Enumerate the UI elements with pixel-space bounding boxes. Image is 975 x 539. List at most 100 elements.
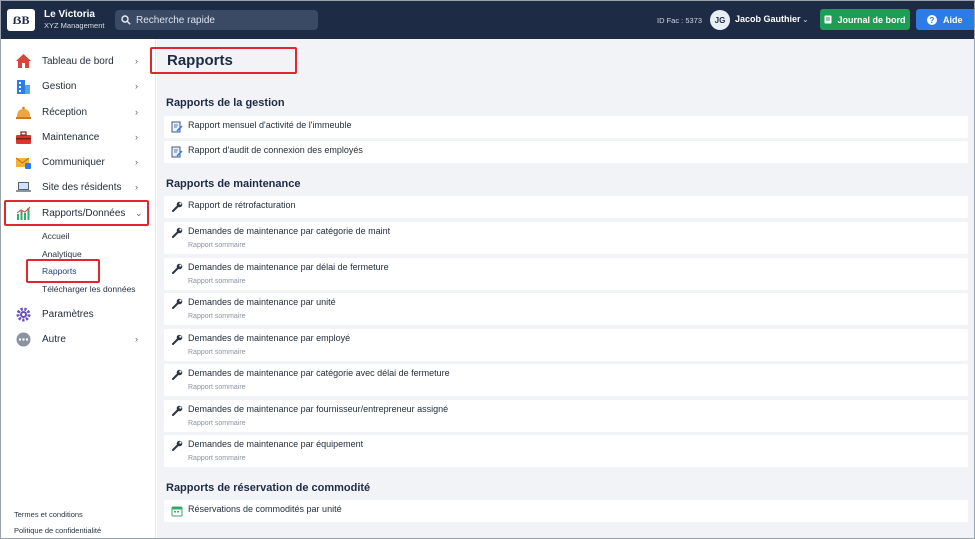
top-bar: ẞB Le Victoria XYZ Management ID Fac : 5…: [0, 0, 975, 39]
subnav-analytique[interactable]: Analytique: [42, 249, 82, 259]
sidebar-item-label: Paramètres: [42, 308, 94, 320]
sidebar-item-label: Maintenance: [42, 131, 100, 143]
journal-label: Journal de bord: [837, 14, 906, 25]
sidebar-item-label: Site des résidents: [42, 181, 122, 193]
org-name: Le Victoria: [44, 9, 95, 20]
report-row[interactable]: Réservations de commodités par unité: [164, 500, 968, 522]
report-row[interactable]: Demandes de maintenance par équipement R…: [164, 435, 968, 467]
wrench-icon: [172, 369, 183, 380]
sidebar-item-label: Réception: [42, 106, 88, 118]
sidebar-item-rapports-donnees[interactable]: Rapports/Données ⌄: [0, 202, 150, 224]
sidebar-item-gestion[interactable]: Gestion ›: [0, 75, 150, 97]
bell-icon: [15, 104, 32, 121]
sidebar-item-reception[interactable]: Réception ›: [0, 101, 150, 123]
gear-icon: [15, 306, 32, 323]
sidebar-item-label: Gestion: [42, 80, 77, 92]
chevron-right-icon: ›: [135, 56, 138, 66]
page-title: Rapports: [167, 52, 233, 69]
chevron-down-icon: ⌄: [135, 207, 143, 218]
avatar[interactable]: JG: [710, 10, 730, 30]
report-row[interactable]: Demandes de maintenance par délai de fer…: [164, 258, 968, 290]
help-button[interactable]: ? Aide: [916, 9, 975, 30]
svg-text:?: ?: [930, 16, 935, 25]
report-subtitle: Rapport sommaire: [188, 349, 246, 356]
report-subtitle: Rapport sommaire: [188, 242, 246, 249]
report-row[interactable]: Demandes de maintenance par catégorie de…: [164, 222, 968, 254]
report-row[interactable]: Demandes de maintenance par employé Rapp…: [164, 329, 968, 361]
building-icon: [15, 78, 32, 95]
terms-link[interactable]: Termes et conditions: [14, 510, 83, 519]
report-title: Rapport mensuel d'activité de l'immeuble: [188, 120, 352, 130]
report-row[interactable]: Rapport d'audit de connexion des employé…: [164, 141, 968, 163]
report-title: Réservations de commodités par unité: [188, 504, 342, 514]
wrench-icon: [172, 263, 183, 274]
question-icon: ?: [927, 14, 937, 25]
chevron-down-icon[interactable]: ⌄: [802, 15, 809, 24]
journal-icon: [824, 15, 832, 24]
subnav-accueil[interactable]: Accueil: [42, 231, 69, 241]
sidebar-item-tableau-de-bord[interactable]: Tableau de bord ›: [0, 50, 150, 72]
calendar-icon: [171, 506, 183, 517]
wrench-icon: [172, 201, 183, 212]
sidebar-item-communiquer[interactable]: Communiquer ›: [0, 151, 150, 173]
sidebar-item-autre[interactable]: Autre ›: [0, 328, 150, 350]
chevron-right-icon: ›: [135, 157, 138, 167]
chevron-right-icon: ›: [135, 132, 138, 142]
report-subtitle: Rapport sommaire: [188, 278, 246, 285]
sidebar-item-label: Rapports/Données: [42, 207, 126, 219]
sidebar-item-label: Tableau de bord: [42, 55, 114, 67]
house-icon: [15, 53, 32, 70]
subnav-telecharger-donnees[interactable]: Télécharger les données: [42, 284, 136, 294]
report-row[interactable]: Demandes de maintenance par fournisseur/…: [164, 400, 968, 432]
section-title-maintenance: Rapports de maintenance: [166, 178, 301, 190]
bar-chart-icon: [15, 205, 32, 222]
sidebar-item-label: Communiquer: [42, 156, 105, 168]
chevron-right-icon: ›: [135, 182, 138, 192]
document-edit-icon: [171, 121, 183, 133]
sidebar-item-label: Autre: [42, 333, 66, 345]
wrench-icon: [172, 405, 183, 416]
search-icon: [121, 15, 131, 25]
document-edit-icon: [171, 146, 183, 158]
report-row[interactable]: Demandes de maintenance par unité Rappor…: [164, 293, 968, 325]
subnav-rapports[interactable]: Rapports: [42, 266, 77, 276]
report-row[interactable]: Rapport mensuel d'activité de l'immeuble: [164, 116, 968, 138]
quick-search[interactable]: [115, 10, 318, 30]
chevron-right-icon: ›: [135, 81, 138, 91]
sidebar-item-parametres[interactable]: Paramètres: [0, 303, 150, 325]
report-title: Demandes de maintenance par fournisseur/…: [188, 404, 449, 414]
section-title-reservation: Rapports de réservation de commodité: [166, 482, 371, 494]
wrench-icon: [172, 298, 183, 309]
search-input[interactable]: [136, 14, 316, 26]
report-title: Demandes de maintenance par employé: [188, 333, 351, 343]
report-row[interactable]: Rapport de rétrofacturation: [164, 196, 968, 218]
user-name[interactable]: Jacob Gauthier: [735, 14, 801, 24]
report-title: Rapport d'audit de connexion des employé…: [188, 145, 363, 155]
laptop-icon: [15, 179, 32, 196]
chevron-right-icon: ›: [135, 107, 138, 117]
report-title: Rapport de rétrofacturation: [188, 200, 296, 210]
toolbox-icon: [15, 129, 32, 146]
wrench-icon: [172, 440, 183, 451]
privacy-link[interactable]: Politique de confidentialité: [14, 526, 101, 535]
journal-button[interactable]: Journal de bord: [820, 9, 910, 30]
org-subtitle: XYZ Management: [44, 21, 105, 30]
sidebar-item-site-des-residents[interactable]: Site des résidents ›: [0, 176, 150, 198]
report-subtitle: Rapport sommaire: [188, 384, 246, 391]
chevron-right-icon: ›: [135, 334, 138, 344]
app-logo[interactable]: ẞB: [7, 9, 35, 31]
section-title-gestion: Rapports de la gestion: [166, 97, 285, 109]
wrench-icon: [172, 227, 183, 238]
report-row[interactable]: Demandes de maintenance par catégorie av…: [164, 364, 968, 396]
report-subtitle: Rapport sommaire: [188, 455, 246, 462]
help-label: Aide: [943, 14, 963, 25]
id-fac: ID Fac : 5373: [657, 16, 703, 25]
sidebar-item-maintenance[interactable]: Maintenance ›: [0, 126, 150, 148]
report-title: Demandes de maintenance par catégorie av…: [188, 368, 450, 378]
org-switcher[interactable]: Le Victoria XYZ Management: [44, 9, 104, 31]
envelope-icon: [15, 154, 32, 171]
report-title: Demandes de maintenance par équipement: [188, 439, 364, 449]
more-icon: [15, 331, 32, 348]
report-title: Demandes de maintenance par catégorie de…: [188, 226, 391, 236]
report-subtitle: Rapport sommaire: [188, 420, 246, 427]
